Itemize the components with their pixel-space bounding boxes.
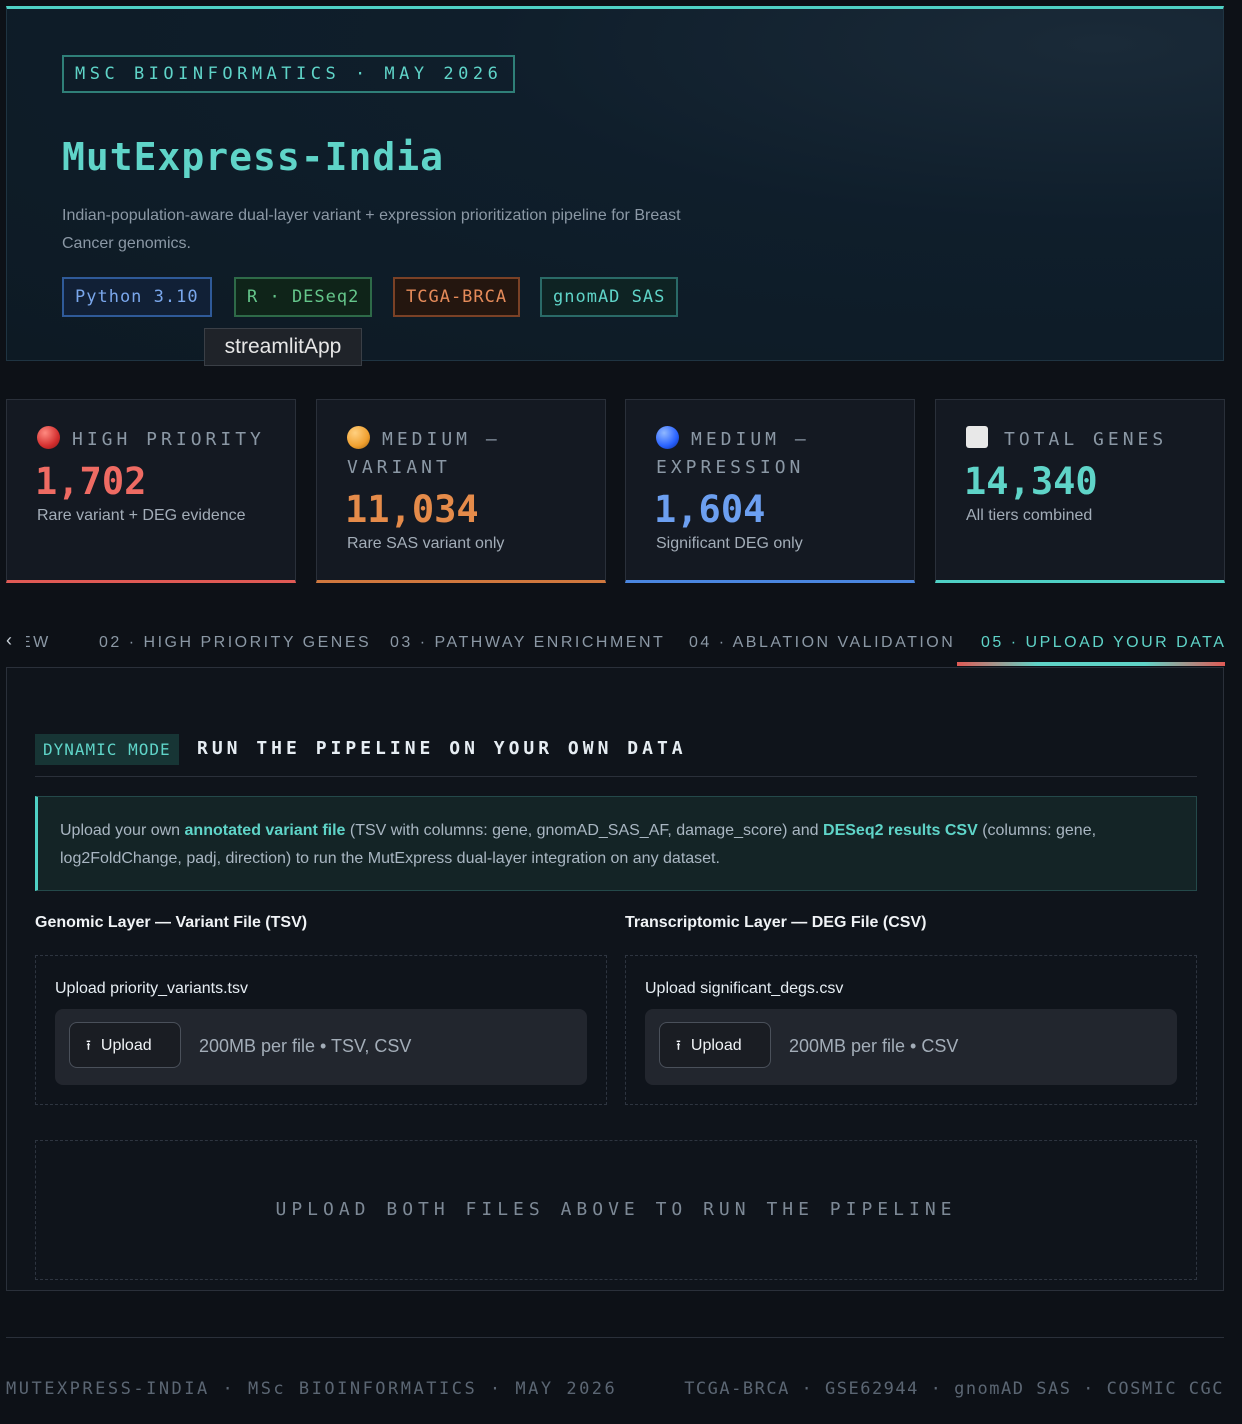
metric-label: MEDIUM — VARIANT (347, 426, 587, 482)
tab-pathway-enrichment[interactable]: 03 · PATHWAY ENRICHMENT (390, 634, 665, 652)
badge-gnomad-sas: gnomAD SAS (540, 277, 679, 317)
metric-value: 11,034 (345, 488, 479, 531)
variant-upload-button[interactable]: ⭱ Upload (69, 1022, 181, 1068)
metric-label: HIGH PRIORITY (37, 426, 277, 454)
badge-r-deseq2: R · DESeq2 (234, 277, 373, 317)
metric-card-medium-expression: MEDIUM — EXPRESSION 1,604 Significant DE… (625, 399, 915, 583)
section-title: RUN THE PIPELINE ON YOUR OWN DATA (197, 738, 687, 759)
white-square-icon (966, 426, 988, 448)
upload-icon: ⭱ (86, 1037, 91, 1053)
metric-subtitle: Significant DEG only (656, 535, 803, 552)
info-callout: Upload your own annotated variant file (… (35, 796, 1197, 891)
tab-bar: EW 02 · HIGH PRIORITY GENES 03 · PATHWAY… (6, 620, 1226, 668)
orange-circle-icon (347, 426, 370, 449)
metric-card-high-priority: HIGH PRIORITY 1,702 Rare variant + DEG e… (6, 399, 296, 583)
upload-icon: ⭱ (676, 1037, 681, 1053)
deseq2-highlight: DESeq2 results CSV (823, 822, 978, 839)
uploader-label: Upload priority_variants.tsv (55, 980, 248, 997)
footer-right: TCGA-BRCA · GSE62944 · gnomAD SAS · COSM… (684, 1379, 1224, 1399)
variant-file-uploader: Upload priority_variants.tsv ⭱ Upload 200… (35, 955, 607, 1105)
tab-ablation-validation[interactable]: 04 · ABLATION VALIDATION (689, 634, 955, 652)
metric-value: 1,604 (654, 488, 766, 531)
badge-tcga-brca: TCGA-BRCA (393, 277, 521, 317)
footer-left: MUTEXPRESS-INDIA · MSc BIOINFORMATICS · … (6, 1379, 618, 1399)
deg-dropzone[interactable]: ⭱ Upload 200MB per file • CSV (645, 1009, 1177, 1085)
upload-hint: 200MB per file • TSV, CSV (199, 1036, 412, 1056)
upload-hint: 200MB per file • CSV (789, 1036, 959, 1056)
metric-subtitle: All tiers combined (966, 507, 1093, 524)
run-placeholder: UPLOAD BOTH FILES ABOVE TO RUN THE PIPEL… (35, 1140, 1197, 1280)
metric-subtitle: Rare SAS variant only (347, 535, 505, 552)
hero-banner: MSC BIOINFORMATICS · MAY 2026 MutExpress… (6, 6, 1224, 361)
blue-circle-icon (656, 426, 679, 449)
page-title: MutExpress-India (62, 135, 445, 179)
metric-card-medium-variant: MEDIUM — VARIANT 11,034 Rare SAS variant… (316, 399, 606, 583)
tooltip: streamlitApp (204, 328, 362, 366)
metric-label: MEDIUM — EXPRESSION (656, 426, 896, 482)
run-message: UPLOAD BOTH FILES ABOVE TO RUN THE PIPEL… (275, 1199, 957, 1220)
hero-description: Indian-population-aware dual-layer varia… (62, 207, 681, 252)
hero-tag: MSC BIOINFORMATICS · MAY 2026 (62, 55, 516, 93)
deg-file-uploader: Upload significant_degs.csv ⭱ Upload 200M… (625, 955, 1197, 1105)
metric-value: 14,340 (964, 460, 1098, 503)
metric-label: TOTAL GENES (966, 426, 1206, 454)
transcriptomic-layer-title: Transcriptomic Layer — DEG File (CSV) (625, 914, 927, 931)
badge-python: Python 3.10 (62, 277, 212, 317)
chevron-left-icon[interactable]: ‹ (6, 630, 26, 660)
tab-high-priority-genes[interactable]: 02 · HIGH PRIORITY GENES (99, 634, 371, 652)
metric-value: 1,702 (35, 460, 147, 503)
deg-upload-button[interactable]: ⭱ Upload (659, 1022, 771, 1068)
genomic-layer-title: Genomic Layer — Variant File (TSV) (35, 914, 308, 931)
upload-panel: DYNAMIC MODE RUN THE PIPELINE ON YOUR OW… (6, 668, 1224, 1291)
variant-file-highlight: annotated variant file (184, 822, 346, 839)
uploader-label: Upload significant_degs.csv (645, 980, 844, 997)
metric-card-total-genes: TOTAL GENES 14,340 All tiers combined (935, 399, 1225, 583)
red-circle-icon (37, 426, 60, 449)
variant-dropzone[interactable]: ⭱ Upload 200MB per file • TSV, CSV (55, 1009, 587, 1085)
tab-upload-your-data[interactable]: 05 · UPLOAD YOUR DATA (981, 634, 1226, 652)
metric-subtitle: Rare variant + DEG evidence (37, 507, 246, 524)
footer-divider (6, 1337, 1224, 1338)
mode-chip: DYNAMIC MODE (35, 734, 179, 765)
active-tab-indicator (957, 662, 1225, 666)
divider (35, 776, 1197, 777)
